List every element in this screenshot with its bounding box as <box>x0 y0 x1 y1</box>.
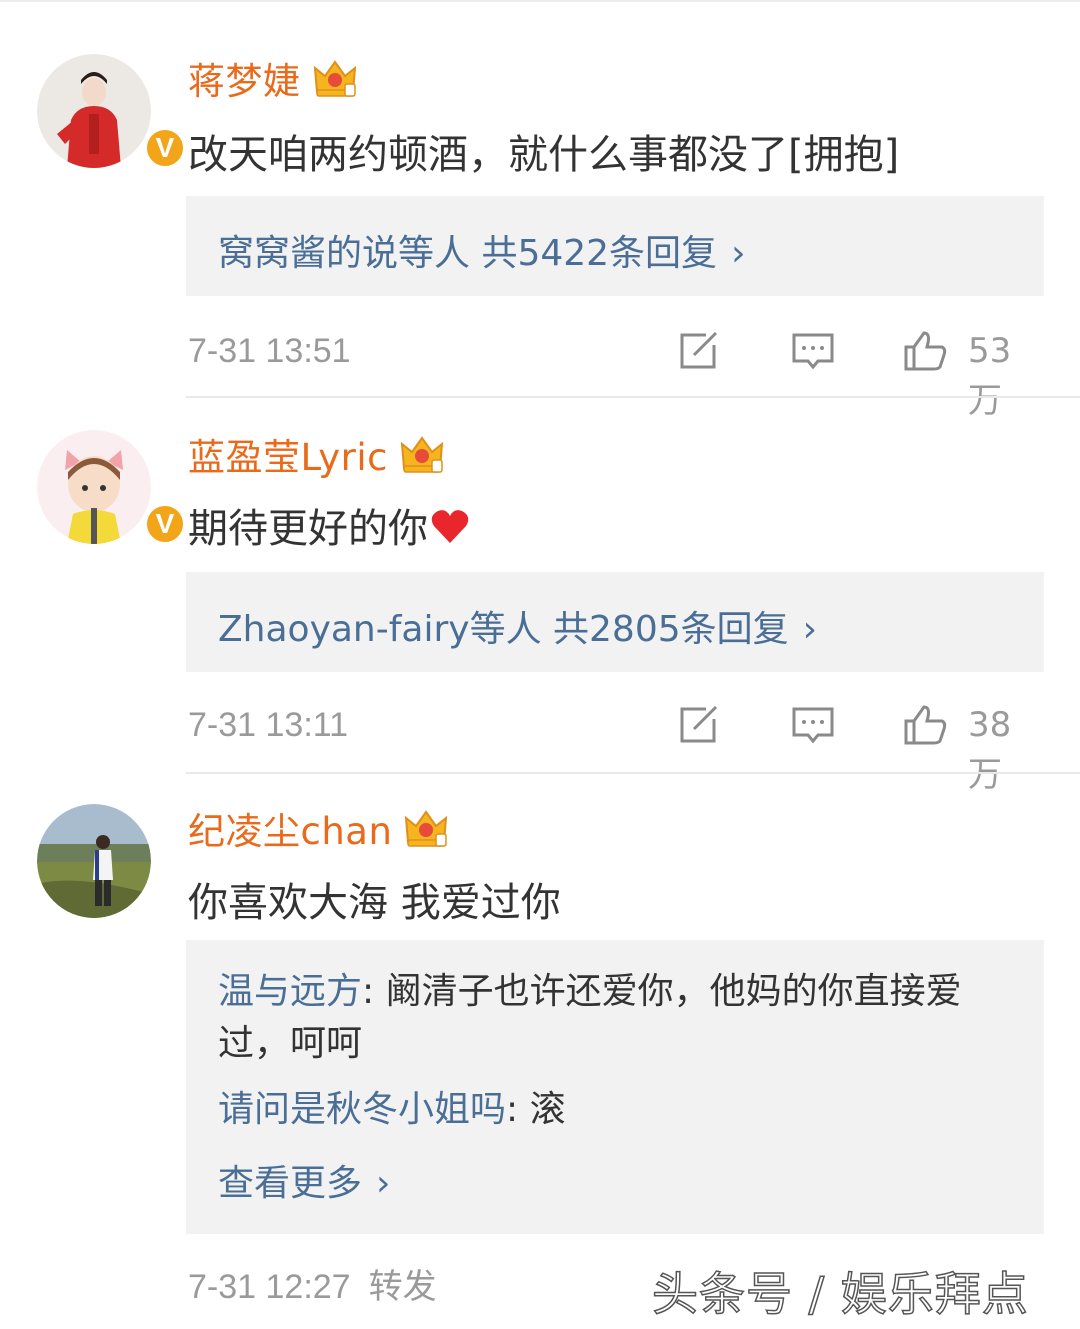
crown-icon <box>313 60 356 97</box>
comment-meta: 7-31 13:51 53万 <box>188 326 1044 421</box>
repost-icon[interactable] <box>676 329 722 373</box>
heart-emoji-icon <box>431 510 469 543</box>
comment-icon[interactable] <box>790 703 836 747</box>
watermark: 头条号 / 娱乐拜点 <box>651 1266 1029 1322</box>
timestamp: 7-31 13:11 <box>188 706 349 744</box>
username[interactable]: 纪凌尘chan <box>188 801 392 855</box>
divider <box>186 772 1080 774</box>
sub-reply-author[interactable]: 温与远方 <box>218 971 362 1012</box>
username-row: 蓝盈莹Lyric <box>188 428 446 480</box>
divider <box>186 396 1080 398</box>
username[interactable]: 蓝盈莹Lyric <box>188 427 388 481</box>
comment-text: 期待更好的你 <box>188 496 470 554</box>
like-count: 38万 <box>968 705 1012 795</box>
avatar[interactable]: V <box>37 430 187 546</box>
sub-replies-box: 温与远方: 阚清子也许还爱你，他妈的你直接爱 过，呵呵 请问是秋冬小姐吗: 滚 … <box>186 940 1044 1234</box>
reply-summary-box[interactable]: Zhaoyan-fairy等人 共2805条回复 › <box>186 572 1044 672</box>
verified-icon: V <box>143 126 187 170</box>
avatar-image <box>37 430 151 544</box>
chevron-right-icon: › <box>731 233 746 274</box>
timestamp-text: 7-31 12:27 <box>188 1268 351 1306</box>
like-count: 53万 <box>968 331 1012 421</box>
avatar-image <box>37 804 151 918</box>
sub-reply[interactable]: 温与远方: 阚清子也许还爱你，他妈的你直接爱 过，呵呵 <box>218 966 1018 1070</box>
reply-summary-text: Zhaoyan-fairy等人 共2805条回复 <box>218 609 789 650</box>
timestamp: 7-31 13:51 <box>188 332 351 370</box>
view-more-label: 查看更多 <box>218 1163 363 1204</box>
avatar-image <box>37 54 151 168</box>
reply-summary-text: 窝窝酱的说等人 共5422条回复 <box>218 233 718 274</box>
sub-reply[interactable]: 请问是秋冬小姐吗: 滚 <box>218 1084 1018 1136</box>
sub-reply-text: : 阚清子也许还爱你，他妈的你直接爱 <box>362 971 962 1012</box>
comment-meta: 7-31 13:11 38万 <box>188 700 1044 795</box>
chevron-right-icon: › <box>376 1163 391 1204</box>
repost-icon[interactable] <box>676 703 722 747</box>
reply-summary[interactable]: 窝窝酱的说等人 共5422条回复 › <box>218 224 745 276</box>
username-row: 蒋梦婕 <box>188 52 359 104</box>
username-row: 纪凌尘chan <box>188 802 450 854</box>
comment-text: 你喜欢大海 我爱过你 <box>188 880 561 926</box>
avatar[interactable] <box>37 804 151 918</box>
comment-text: 改天咱两约顿酒，就什么事都没了[拥抱] <box>188 132 900 178</box>
crown-icon <box>405 810 448 847</box>
username[interactable]: 蒋梦婕 <box>188 51 301 105</box>
comment-icon[interactable] <box>790 329 836 373</box>
chevron-right-icon: › <box>802 609 818 650</box>
top-divider <box>0 0 1080 2</box>
sub-reply-author[interactable]: 请问是秋冬小姐吗 <box>218 1089 506 1130</box>
like-icon[interactable] <box>902 329 948 373</box>
sub-reply-text-cont: 过，呵呵 <box>218 1023 363 1064</box>
crown-icon <box>400 436 444 473</box>
avatar[interactable]: V <box>37 54 187 170</box>
comment-text-body: 期待更好的你 <box>188 506 428 552</box>
reply-summary[interactable]: Zhaoyan-fairy等人 共2805条回复 › <box>218 600 817 652</box>
verified-icon: V <box>143 502 187 546</box>
reply-summary-box[interactable]: 窝窝酱的说等人 共5422条回复 › <box>186 196 1044 296</box>
repost-link[interactable]: 转发 <box>369 1268 437 1306</box>
view-more-link[interactable]: 查看更多 › <box>218 1154 390 1206</box>
sub-reply-text: : 滚 <box>506 1089 566 1130</box>
like-icon[interactable] <box>902 703 948 747</box>
timestamp: 7-31 12:27 转发 <box>188 1262 437 1312</box>
